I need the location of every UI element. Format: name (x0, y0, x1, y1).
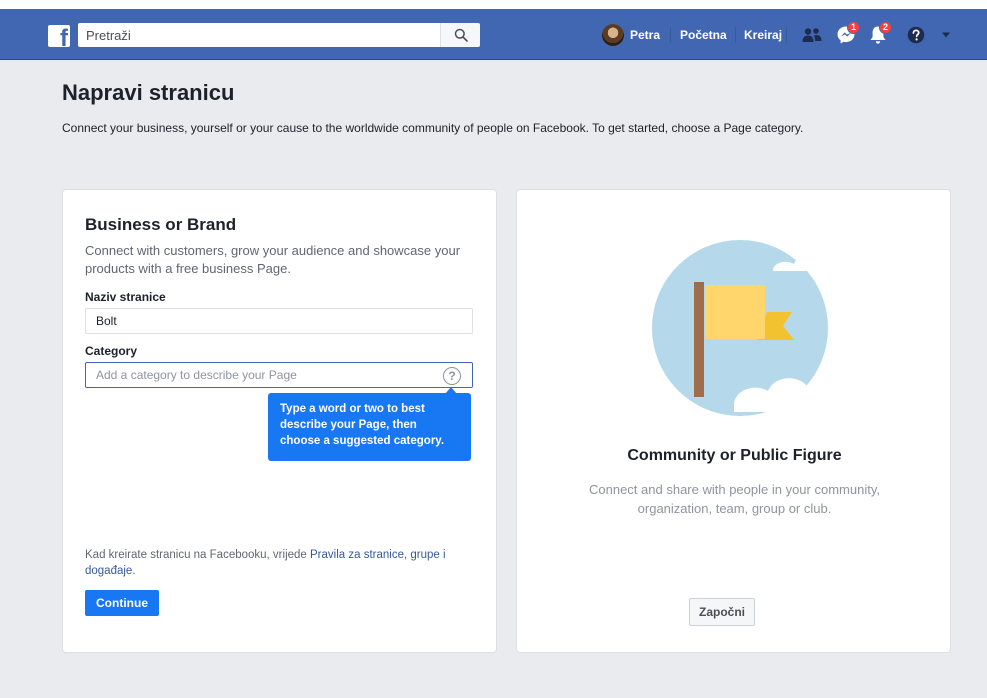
page-subtitle: Connect your business, yourself or your … (62, 121, 804, 135)
question-mark-icon[interactable]: ? (443, 367, 461, 385)
policy-suffix: . (132, 565, 136, 577)
search-icon (454, 28, 468, 42)
page-name-field[interactable] (85, 308, 473, 334)
business-card-heading: Business or Brand (85, 215, 237, 234)
window-top-edge (0, 0, 987, 9)
profile-name: Petra (630, 28, 661, 42)
account-menu-button[interactable] (936, 21, 956, 49)
start-button[interactable]: Započni (689, 598, 755, 626)
community-public-figure-card: Community or Public Figure Connect and s… (516, 189, 951, 653)
continue-button[interactable]: Continue (85, 590, 159, 616)
notifications-button[interactable]: 2 (864, 21, 892, 49)
quick-help-button[interactable] (902, 21, 930, 49)
policy-prefix: Kad kreirate stranicu na Facebooku, vrij… (85, 549, 311, 561)
create-link[interactable]: Kreiraj (744, 23, 782, 47)
community-card-description: Connect and share with people in your co… (589, 482, 880, 516)
friends-requests-button[interactable] (798, 21, 826, 49)
business-brand-card: Business or Brand Connect with customers… (62, 189, 497, 653)
search-input[interactable] (78, 23, 440, 47)
nav-divider (670, 27, 671, 43)
notifications-badge: 2 (878, 21, 892, 34)
profile-link[interactable]: Petra (602, 23, 660, 47)
page-title: Napravi stranicu (62, 80, 235, 105)
flag-illustration-icon (652, 240, 832, 416)
category-tooltip: Type a word or two to best describe your… (268, 393, 471, 461)
page-name-label: Naziv stranice (85, 290, 166, 304)
avatar (602, 24, 624, 46)
nav-divider (735, 27, 736, 43)
category-field[interactable] (85, 362, 473, 388)
help-icon (907, 26, 925, 44)
messenger-button[interactable]: 1 (832, 21, 860, 49)
community-card-heading: Community or Public Figure (627, 447, 842, 464)
messages-badge: 1 (846, 21, 860, 34)
facebook-logo-icon[interactable]: f (48, 25, 70, 47)
policy-notice: Kad kreirate stranicu na Facebooku, vrij… (85, 547, 465, 579)
category-label: Category (85, 344, 138, 358)
search-button[interactable] (440, 23, 480, 47)
caret-down-icon (942, 32, 950, 38)
business-card-description: Connect with customers, grow your audien… (85, 243, 461, 276)
nav-divider (786, 27, 787, 43)
friends-icon (802, 28, 822, 42)
home-link[interactable]: Početna (680, 23, 727, 47)
top-navigation-bar: f Petra Početna Kreiraj 1 (0, 9, 987, 60)
